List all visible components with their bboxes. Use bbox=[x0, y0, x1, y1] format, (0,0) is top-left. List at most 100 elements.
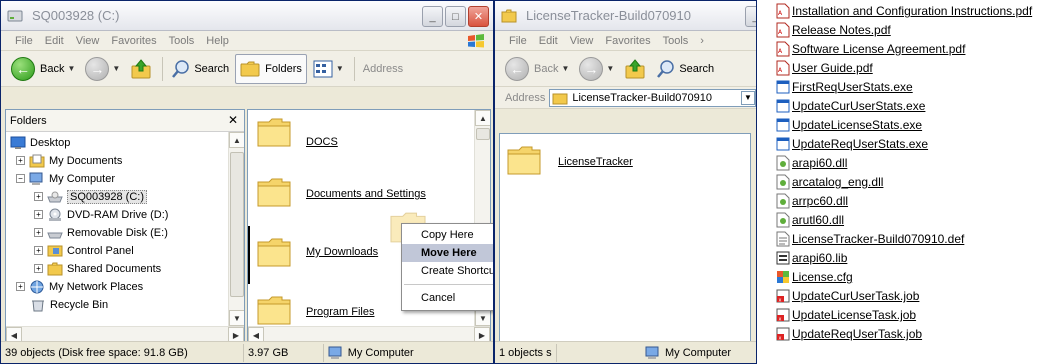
folder-item-licensetracker[interactable]: LicenseTracker bbox=[558, 156, 633, 168]
menu-view[interactable]: View bbox=[76, 35, 100, 47]
tree-item-desktop[interactable]: Desktop bbox=[10, 134, 70, 151]
tree-item-my-computer[interactable]: − My Computer bbox=[16, 170, 115, 187]
tree-item-removable-disk[interactable]: + Removable Disk (E:) bbox=[34, 224, 168, 241]
scroll-up-icon[interactable]: ▲ bbox=[229, 132, 244, 148]
expand-icon[interactable]: + bbox=[34, 246, 43, 255]
up-folder-button[interactable] bbox=[126, 54, 156, 84]
explorer-window-licensetracker[interactable]: LicenseTracker-Build070910 _ File Edit V… bbox=[494, 0, 757, 364]
menu-help[interactable]: Help bbox=[206, 35, 229, 47]
list-item[interactable]: A User Guide.pdf bbox=[776, 59, 873, 77]
list-item[interactable]: A Installation and Configuration Instruct… bbox=[776, 2, 1032, 20]
list-item[interactable]: x UpdateReqUserTask.job bbox=[776, 325, 922, 343]
expand-icon[interactable]: + bbox=[34, 264, 43, 273]
expand-icon[interactable]: + bbox=[16, 282, 25, 291]
address-input[interactable]: LicenseTracker-Build070910 ▼ bbox=[549, 88, 756, 107]
search-button[interactable]: Search bbox=[652, 54, 718, 84]
minimize-button[interactable]: _ bbox=[745, 6, 756, 27]
title-bar[interactable]: LicenseTracker-Build070910 _ bbox=[495, 1, 756, 31]
chevron-down-icon[interactable]: ▼ bbox=[606, 64, 614, 73]
menu-favorites[interactable]: Favorites bbox=[111, 35, 156, 47]
tree-item-c-drive[interactable]: + SQ003928 (C:) bbox=[34, 188, 147, 205]
menu-item-cancel[interactable]: Cancel bbox=[402, 289, 493, 307]
title-bar[interactable]: SQ003928 (C:) _ □ ✕ bbox=[1, 1, 493, 31]
close-icon[interactable]: ✕ bbox=[228, 113, 238, 127]
tree-item-dvd-drive[interactable]: + DVD-RAM Drive (D:) bbox=[34, 206, 168, 223]
menu-item-move-here[interactable]: Move Here bbox=[402, 244, 493, 262]
folder-item-documents-and-settings[interactable]: Documents and Settings bbox=[306, 188, 426, 200]
menu-file[interactable]: File bbox=[15, 35, 33, 47]
menu-view[interactable]: View bbox=[570, 35, 594, 47]
list-item[interactable]: A Release Notes.pdf bbox=[776, 21, 891, 39]
up-folder-button[interactable] bbox=[620, 54, 650, 84]
folders-vertical-scrollbar[interactable]: ▲ ▼ bbox=[228, 132, 244, 326]
menu-item-copy-here[interactable]: Copy Here bbox=[402, 226, 493, 244]
list-item[interactable]: A Software License Agreement.pdf bbox=[776, 40, 965, 58]
folder-icon[interactable] bbox=[506, 144, 542, 176]
folder-icon[interactable] bbox=[256, 236, 292, 268]
scroll-up-icon[interactable]: ▲ bbox=[475, 110, 490, 126]
folder-icon[interactable] bbox=[256, 176, 292, 208]
list-item[interactable]: UpdateCurUserStats.exe bbox=[776, 97, 925, 115]
menu-edit[interactable]: Edit bbox=[539, 35, 558, 47]
chevron-down-icon[interactable]: ▼ bbox=[67, 64, 75, 73]
folder-icon[interactable] bbox=[256, 294, 292, 326]
list-item[interactable]: UpdateLicenseStats.exe bbox=[776, 116, 922, 134]
list-item[interactable]: FirstReqUserStats.exe bbox=[776, 78, 913, 96]
list-item[interactable]: LicenseTracker-Build070910.def bbox=[776, 230, 964, 248]
folder-item-my-downloads[interactable]: My Downloads bbox=[306, 246, 378, 258]
tree-item-recycle-bin[interactable]: Recycle Bin bbox=[30, 296, 108, 313]
files-horizontal-scrollbar[interactable]: ◀ ▶ bbox=[248, 326, 490, 342]
list-item[interactable]: x UpdateLicenseTask.job bbox=[776, 306, 916, 324]
list-item[interactable]: arutl60.dll bbox=[776, 211, 844, 229]
folder-item-docs[interactable]: DOCS bbox=[306, 136, 338, 148]
folders-button[interactable]: Folders bbox=[235, 53, 307, 84]
scroll-thumb[interactable] bbox=[476, 128, 490, 140]
scroll-down-icon[interactable]: ▼ bbox=[475, 310, 490, 326]
list-item[interactable]: arapi60.lib bbox=[776, 249, 847, 267]
folders-pane[interactable]: Folders ✕ Desktop + My Documents − My Co… bbox=[5, 109, 245, 343]
tree-item-my-documents[interactable]: + My Documents bbox=[16, 152, 122, 169]
folder-icon[interactable] bbox=[256, 116, 292, 148]
chevron-down-icon[interactable]: ▼ bbox=[336, 64, 344, 73]
menu-file[interactable]: File bbox=[509, 35, 527, 47]
list-item[interactable]: arcatalog_eng.dll bbox=[776, 173, 883, 191]
list-item[interactable]: arapi60.dll bbox=[776, 154, 847, 172]
menu-overflow-chevron[interactable]: › bbox=[700, 35, 704, 47]
folders-horizontal-scrollbar[interactable]: ◀ ▶ bbox=[6, 326, 244, 342]
expand-icon[interactable]: + bbox=[34, 228, 43, 237]
back-button[interactable]: ← Back ▼ bbox=[501, 54, 573, 84]
expand-icon[interactable]: + bbox=[16, 156, 25, 165]
back-button[interactable]: ← Back ▼ bbox=[7, 54, 79, 84]
list-item[interactable]: arrpc60.dll bbox=[776, 192, 848, 210]
search-button[interactable]: Search bbox=[167, 54, 233, 84]
maximize-button[interactable]: □ bbox=[445, 6, 466, 27]
scroll-thumb[interactable] bbox=[230, 152, 244, 297]
collapse-icon[interactable]: − bbox=[16, 174, 25, 183]
expand-icon[interactable]: + bbox=[34, 210, 43, 219]
list-item[interactable]: x UpdateCurUserTask.job bbox=[776, 287, 919, 305]
tree-item-shared-documents[interactable]: + Shared Documents bbox=[34, 260, 161, 277]
tree-item-network-places[interactable]: + My Network Places bbox=[16, 278, 143, 295]
explorer-window-c-drive[interactable]: SQ003928 (C:) _ □ ✕ File Edit View Favor… bbox=[0, 0, 494, 364]
forward-button[interactable]: → ▼ bbox=[575, 54, 618, 84]
close-button[interactable]: ✕ bbox=[468, 6, 489, 27]
scroll-down-icon[interactable]: ▼ bbox=[229, 310, 244, 326]
menu-favorites[interactable]: Favorites bbox=[605, 35, 650, 47]
chevron-down-icon[interactable]: ▼ bbox=[561, 64, 569, 73]
forward-button[interactable]: → ▼ bbox=[81, 54, 124, 84]
file-view-pane[interactable]: LicenseTracker bbox=[499, 133, 751, 343]
tree-item-control-panel[interactable]: + Control Panel bbox=[34, 242, 134, 259]
views-button[interactable]: ▼ bbox=[309, 54, 348, 84]
list-item[interactable]: UpdateReqUserStats.exe bbox=[776, 135, 928, 153]
chevron-down-icon[interactable]: ▼ bbox=[741, 90, 755, 105]
menu-item-create-shortcuts-here[interactable]: Create Shortcuts Here bbox=[402, 262, 493, 280]
menu-edit[interactable]: Edit bbox=[45, 35, 64, 47]
menu-tools[interactable]: Tools bbox=[169, 35, 195, 47]
menu-tools[interactable]: Tools bbox=[663, 35, 689, 47]
drag-context-menu[interactable]: Copy Here Move Here Create Shortcuts Her… bbox=[401, 223, 493, 311]
expand-icon[interactable]: + bbox=[34, 192, 43, 201]
chevron-down-icon[interactable]: ▼ bbox=[112, 64, 120, 73]
folder-item-program-files[interactable]: Program Files bbox=[306, 306, 374, 318]
minimize-button[interactable]: _ bbox=[422, 6, 443, 27]
list-item[interactable]: License.cfg bbox=[776, 268, 853, 286]
